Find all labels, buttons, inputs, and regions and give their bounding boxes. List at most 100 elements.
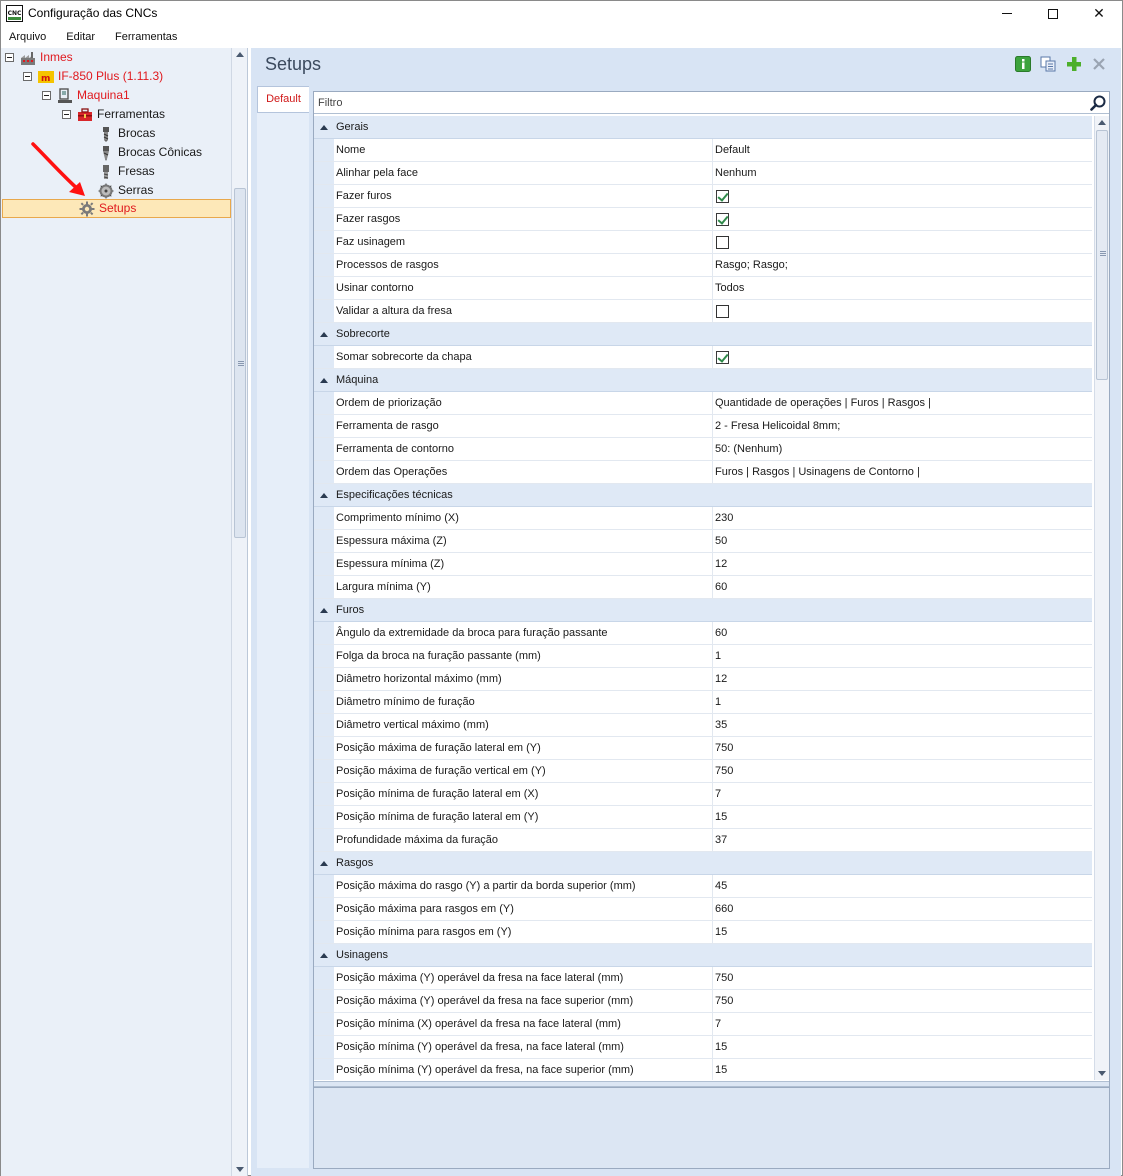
property-row[interactable]: Posição máxima de furação vertical em (Y… xyxy=(314,760,1092,783)
property-value[interactable] xyxy=(713,231,1092,253)
tree-item-if850[interactable]: m IF-850 Plus (1.11.3) xyxy=(23,67,163,86)
menu-ferramentas[interactable]: Ferramentas xyxy=(107,28,184,47)
property-value[interactable]: 15 xyxy=(713,1036,1092,1058)
copy-icon[interactable] xyxy=(1040,56,1056,72)
info-icon[interactable] xyxy=(1015,56,1031,72)
tree-item-serras[interactable]: Serras xyxy=(98,181,153,200)
category-row[interactable]: Rasgos xyxy=(314,852,1092,875)
tab-default[interactable]: Default xyxy=(257,86,309,113)
property-value[interactable]: 750 xyxy=(713,760,1092,782)
menu-arquivo[interactable]: Arquivo xyxy=(1,28,53,47)
category-row[interactable]: Especificações técnicas xyxy=(314,484,1092,507)
property-value[interactable]: 15 xyxy=(713,1059,1092,1080)
delete-icon[interactable] xyxy=(1091,56,1107,72)
grid-scrollbar[interactable] xyxy=(1094,116,1109,1080)
property-checkbox[interactable] xyxy=(716,213,729,226)
property-row[interactable]: Ordem das Operações Furos | Rasgos | Usin… xyxy=(314,461,1092,484)
category-row[interactable]: Furos xyxy=(314,599,1092,622)
property-value[interactable]: Quantidade de operações | Furos | Rasgos… xyxy=(713,392,1092,414)
filter-input[interactable] xyxy=(318,95,1078,111)
category-row[interactable]: Sobrecorte xyxy=(314,323,1092,346)
property-row[interactable]: Ferramenta de contorno 50: (Nenhum) xyxy=(314,438,1092,461)
property-value[interactable] xyxy=(713,185,1092,207)
property-value[interactable]: 750 xyxy=(713,737,1092,759)
property-row[interactable]: Diâmetro vertical máximo (mm) 35 xyxy=(314,714,1092,737)
category-row[interactable]: Gerais xyxy=(314,116,1092,139)
property-row[interactable]: Posição mínima (X) operável da fresa na … xyxy=(314,1013,1092,1036)
minimize-button[interactable] xyxy=(984,1,1030,26)
property-value[interactable]: 750 xyxy=(713,990,1092,1012)
tree-item-inmes[interactable]: Inmes xyxy=(5,48,73,67)
property-value[interactable]: 2 - Fresa Helicoidal 8mm; xyxy=(713,415,1092,437)
property-value[interactable]: 660 xyxy=(713,898,1092,920)
collapse-toggle[interactable] xyxy=(42,91,51,100)
scroll-down-icon[interactable] xyxy=(1098,1071,1106,1076)
chevron-up-icon[interactable] xyxy=(314,944,334,966)
scrollbar-thumb[interactable] xyxy=(1096,130,1108,380)
scroll-up-icon[interactable] xyxy=(1098,120,1106,125)
property-value[interactable]: Todos xyxy=(713,277,1092,299)
property-row[interactable]: Posição máxima de furação lateral em (Y)… xyxy=(314,737,1092,760)
chevron-up-icon[interactable] xyxy=(314,599,334,621)
property-row[interactable]: Diâmetro mínimo de furação 1 xyxy=(314,691,1092,714)
property-value[interactable]: 15 xyxy=(713,806,1092,828)
property-row[interactable]: Fazer furos xyxy=(314,185,1092,208)
property-row[interactable]: Posição máxima (Y) operável da fresa na … xyxy=(314,967,1092,990)
scroll-down-icon[interactable] xyxy=(236,1167,244,1172)
chevron-up-icon[interactable] xyxy=(314,116,334,138)
property-value[interactable]: 15 xyxy=(713,921,1092,943)
property-row[interactable]: Faz usinagem xyxy=(314,231,1092,254)
property-value[interactable] xyxy=(713,208,1092,230)
property-row[interactable]: Fazer rasgos xyxy=(314,208,1092,231)
property-row[interactable]: Comprimento mínimo (X) 230 xyxy=(314,507,1092,530)
property-checkbox[interactable] xyxy=(716,351,729,364)
tree-item-ferramentas[interactable]: Ferramentas xyxy=(62,105,165,124)
property-value[interactable]: Furos | Rasgos | Usinagens de Contorno | xyxy=(713,461,1092,483)
search-icon[interactable] xyxy=(1090,95,1106,111)
collapse-toggle[interactable] xyxy=(23,72,32,81)
property-value[interactable]: 60 xyxy=(713,622,1092,644)
property-value[interactable]: 1 xyxy=(713,691,1092,713)
chevron-up-icon[interactable] xyxy=(314,852,334,874)
property-row[interactable]: Profundidade máxima da furação 37 xyxy=(314,829,1092,852)
property-row[interactable]: Alinhar pela face Nenhum xyxy=(314,162,1092,185)
property-value[interactable]: 50 xyxy=(713,530,1092,552)
property-row[interactable]: Espessura mínima (Z) 12 xyxy=(314,553,1092,576)
property-checkbox[interactable] xyxy=(716,190,729,203)
scrollbar-thumb[interactable] xyxy=(234,188,246,538)
close-button[interactable]: ✕ xyxy=(1076,1,1122,26)
property-row[interactable]: Somar sobrecorte da chapa xyxy=(314,346,1092,369)
property-row[interactable]: Usinar contorno Todos xyxy=(314,277,1092,300)
property-row[interactable]: Ordem de priorização Quantidade de operaç… xyxy=(314,392,1092,415)
property-value[interactable]: 35 xyxy=(713,714,1092,736)
property-value[interactable] xyxy=(713,300,1092,322)
property-value[interactable]: 12 xyxy=(713,553,1092,575)
tree-scrollbar[interactable] xyxy=(231,48,247,1176)
property-value[interactable] xyxy=(713,346,1092,368)
tree-item-fresas[interactable]: Fresas xyxy=(98,162,155,181)
property-row[interactable]: Posição mínima para rasgos em (Y) 15 xyxy=(314,921,1092,944)
menu-editar[interactable]: Editar xyxy=(58,28,102,47)
property-row[interactable]: Ferramenta de rasgo 2 - Fresa Helicoidal … xyxy=(314,415,1092,438)
property-value[interactable]: 750 xyxy=(713,967,1092,989)
property-row[interactable]: Validar a altura da fresa xyxy=(314,300,1092,323)
property-row[interactable]: Posição máxima para rasgos em (Y) 660 xyxy=(314,898,1092,921)
property-value[interactable]: 12 xyxy=(713,668,1092,690)
scroll-up-icon[interactable] xyxy=(236,52,244,57)
collapse-toggle[interactable] xyxy=(5,53,14,62)
property-value[interactable]: 37 xyxy=(713,829,1092,851)
add-icon[interactable] xyxy=(1066,56,1082,72)
category-row[interactable]: Máquina xyxy=(314,369,1092,392)
property-value[interactable]: Rasgo; Rasgo; xyxy=(713,254,1092,276)
property-row[interactable]: Posição máxima (Y) operável da fresa na … xyxy=(314,990,1092,1013)
property-value[interactable]: 60 xyxy=(713,576,1092,598)
chevron-up-icon[interactable] xyxy=(314,369,334,391)
property-value[interactable]: 50: (Nenhum) xyxy=(713,438,1092,460)
property-value[interactable]: 1 xyxy=(713,645,1092,667)
chevron-up-icon[interactable] xyxy=(314,484,334,506)
property-value[interactable]: 45 xyxy=(713,875,1092,897)
property-checkbox[interactable] xyxy=(716,305,729,318)
property-row[interactable]: Largura mínima (Y) 60 xyxy=(314,576,1092,599)
property-row[interactable]: Posição mínima (Y) operável da fresa, na… xyxy=(314,1059,1092,1080)
property-row[interactable]: Folga da broca na furação passante (mm) 1 xyxy=(314,645,1092,668)
